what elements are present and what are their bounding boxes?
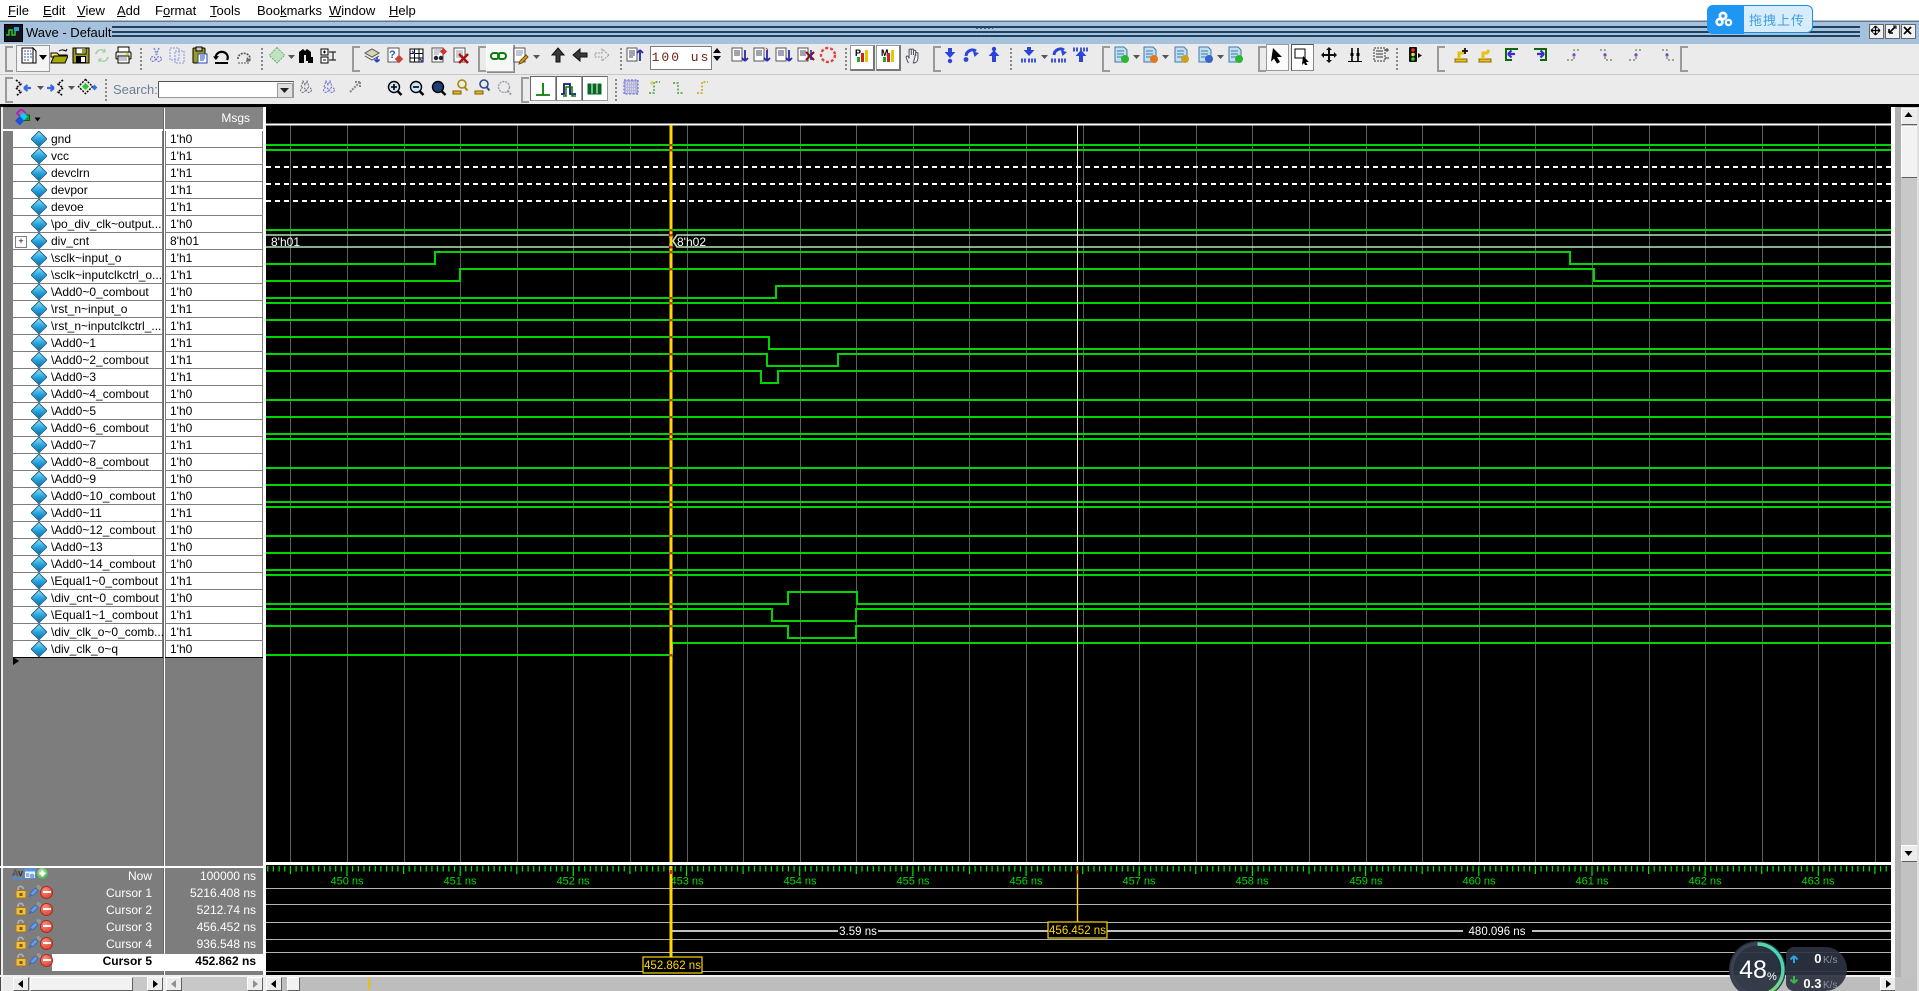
svg-text:455 ns: 455 ns	[896, 876, 930, 888]
svg-text:463 ns: 463 ns	[1801, 876, 1835, 888]
svg-text:%: %	[1767, 971, 1777, 983]
svg-text:8'h01: 8'h01	[271, 235, 300, 249]
svg-text:457 ns: 457 ns	[1122, 876, 1156, 888]
svg-text:452 ns: 452 ns	[556, 876, 590, 888]
svg-text:?: ?	[389, 49, 396, 61]
svg-text:0: 0	[1814, 951, 1821, 966]
svg-text:3.59 ns: 3.59 ns	[839, 926, 877, 938]
svg-text:K/s: K/s	[1823, 980, 1837, 991]
svg-text:8'h02: 8'h02	[677, 235, 706, 249]
svg-text:v: v	[18, 868, 23, 878]
svg-text:48: 48	[1739, 956, 1767, 984]
svg-text:458 ns: 458 ns	[1235, 876, 1269, 888]
svg-text:451 ns: 451 ns	[443, 876, 477, 888]
svg-text:P: P	[855, 48, 861, 58]
svg-text:K/s: K/s	[1823, 955, 1837, 966]
svg-text:452.862 ns: 452.862 ns	[644, 960, 701, 972]
svg-text:456.452 ns: 456.452 ns	[1049, 925, 1106, 937]
svg-text:480.096 ns: 480.096 ns	[1469, 926, 1526, 938]
svg-text:462 ns: 462 ns	[1688, 876, 1722, 888]
svg-text:0.3: 0.3	[1803, 976, 1821, 991]
svg-text:459 ns: 459 ns	[1349, 876, 1383, 888]
svg-text:461 ns: 461 ns	[1575, 876, 1609, 888]
svg-text:450 ns: 450 ns	[330, 876, 364, 888]
svg-text:454 ns: 454 ns	[783, 876, 817, 888]
svg-text:456 ns: 456 ns	[1009, 876, 1043, 888]
svg-text:453 ns: 453 ns	[670, 876, 704, 888]
svg-text:460 ns: 460 ns	[1462, 876, 1496, 888]
